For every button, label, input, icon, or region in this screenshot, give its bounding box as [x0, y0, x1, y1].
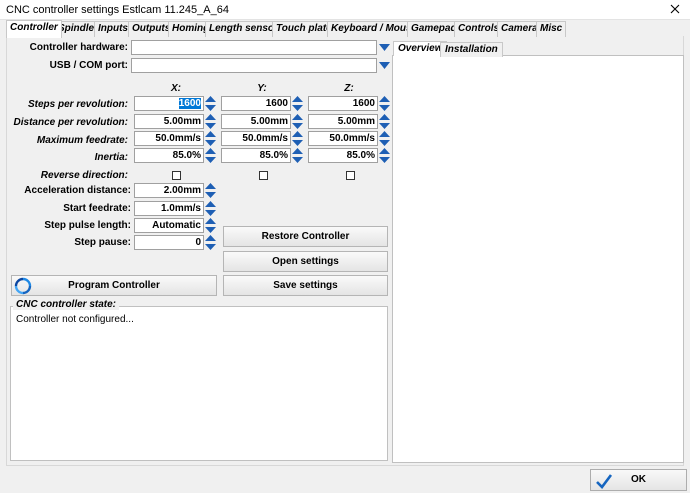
spin-up-down-icon[interactable]: [205, 201, 216, 216]
tab-controller[interactable]: Controller: [6, 20, 62, 38]
usb-port-select[interactable]: [131, 58, 377, 73]
restore-controller-button[interactable]: Restore Controller: [223, 226, 388, 247]
spin-up-down-icon[interactable]: [379, 148, 390, 163]
program-controller-button[interactable]: Program Controller: [11, 275, 217, 296]
inertia-label: Inertia:: [94, 152, 128, 163]
step-pause-label: Step pause:: [74, 237, 131, 248]
selected-text: 1600: [178, 98, 201, 109]
dropdown-arrow-icon[interactable]: [379, 61, 390, 70]
spin-up-down-icon[interactable]: [205, 183, 216, 198]
tab-installation[interactable]: Installation: [440, 42, 503, 57]
spin-up-down-icon[interactable]: [292, 148, 303, 163]
spin-up-down-icon[interactable]: [205, 235, 216, 250]
info-panel: [392, 55, 684, 463]
distance-per-rev-x-field[interactable]: 5.00mm: [134, 114, 204, 129]
controller-state-text: Controller not configured...: [16, 314, 134, 325]
steps-per-rev-x-field[interactable]: 1600: [134, 96, 204, 111]
dropdown-arrow-icon[interactable]: [379, 43, 390, 52]
controller-state-box: [10, 306, 388, 461]
start-feedrate-field[interactable]: 1.0mm/s: [134, 201, 204, 216]
tab-controls[interactable]: Controls: [454, 21, 504, 37]
tab-gamepad[interactable]: Gamepad: [407, 21, 461, 37]
tab-camera[interactable]: Camera: [497, 21, 542, 37]
program-controller-label: Program Controller: [68, 280, 160, 291]
close-icon[interactable]: [667, 1, 683, 17]
spin-up-down-icon[interactable]: [205, 114, 216, 129]
axis-z-header: Z:: [344, 83, 354, 94]
reverse-direction-y-checkbox[interactable]: [259, 171, 268, 180]
steps-per-rev-y-field[interactable]: 1600: [221, 96, 291, 111]
controller-state-title: CNC controller state:: [13, 299, 120, 310]
step-pulse-length-label: Step pulse length:: [44, 220, 131, 231]
axis-y-header: Y:: [257, 83, 267, 94]
program-refresh-icon: [14, 277, 32, 295]
acceleration-distance-field[interactable]: 2.00mm: [134, 183, 204, 198]
inertia-y-field[interactable]: 85.0%: [221, 148, 291, 163]
spin-up-down-icon[interactable]: [205, 96, 216, 111]
max-feedrate-x-field[interactable]: 50.0mm/s: [134, 131, 204, 146]
tab-misc[interactable]: Misc: [536, 21, 567, 37]
checkmark-icon: [595, 472, 613, 490]
steps-per-rev-z-field[interactable]: 1600: [308, 96, 378, 111]
usb-port-label: USB / COM port:: [49, 60, 128, 71]
distance-per-rev-y-field[interactable]: 5.00mm: [221, 114, 291, 129]
distance-per-rev-z-field[interactable]: 5.00mm: [308, 114, 378, 129]
spin-up-down-icon[interactable]: [379, 96, 390, 111]
save-settings-button[interactable]: Save settings: [223, 275, 388, 296]
max-feedrate-label: Maximum feedrate:: [36, 135, 128, 146]
spin-up-down-icon[interactable]: [292, 96, 303, 111]
step-pulse-length-field[interactable]: Automatic: [134, 218, 204, 233]
spin-up-down-icon[interactable]: [205, 218, 216, 233]
controller-hardware-label: Controller hardware:: [29, 42, 128, 53]
tab-inputs[interactable]: Inputs: [94, 21, 132, 37]
reverse-direction-label: Reverse direction:: [40, 170, 128, 181]
controller-hardware-select[interactable]: [131, 40, 377, 55]
tab-length-sensor[interactable]: Length sensor: [205, 21, 282, 37]
distance-per-rev-label: Distance per revolution:: [13, 117, 128, 128]
ok-button[interactable]: OK: [590, 469, 687, 491]
spin-up-down-icon[interactable]: [379, 114, 390, 129]
inertia-x-field[interactable]: 85.0%: [134, 148, 204, 163]
ok-label: OK: [631, 474, 646, 485]
max-feedrate-z-field[interactable]: 50.0mm/s: [308, 131, 378, 146]
spin-up-down-icon[interactable]: [292, 131, 303, 146]
window-title: CNC controller settings Estlcam 11.245_A…: [6, 4, 229, 16]
acceleration-distance-label: Acceleration distance:: [24, 185, 131, 196]
reverse-direction-z-checkbox[interactable]: [346, 171, 355, 180]
steps-per-rev-label: Steps per revolution:: [27, 99, 128, 110]
reverse-direction-x-checkbox[interactable]: [172, 171, 181, 180]
open-settings-button[interactable]: Open settings: [223, 251, 388, 272]
max-feedrate-y-field[interactable]: 50.0mm/s: [221, 131, 291, 146]
spin-up-down-icon[interactable]: [205, 131, 216, 146]
spin-up-down-icon[interactable]: [205, 148, 216, 163]
axis-x-header: X:: [171, 83, 181, 94]
step-pause-field[interactable]: 0: [134, 235, 204, 250]
spin-up-down-icon[interactable]: [379, 131, 390, 146]
spin-up-down-icon[interactable]: [292, 114, 303, 129]
inertia-z-field[interactable]: 85.0%: [308, 148, 378, 163]
start-feedrate-label: Start feedrate:: [63, 203, 131, 214]
